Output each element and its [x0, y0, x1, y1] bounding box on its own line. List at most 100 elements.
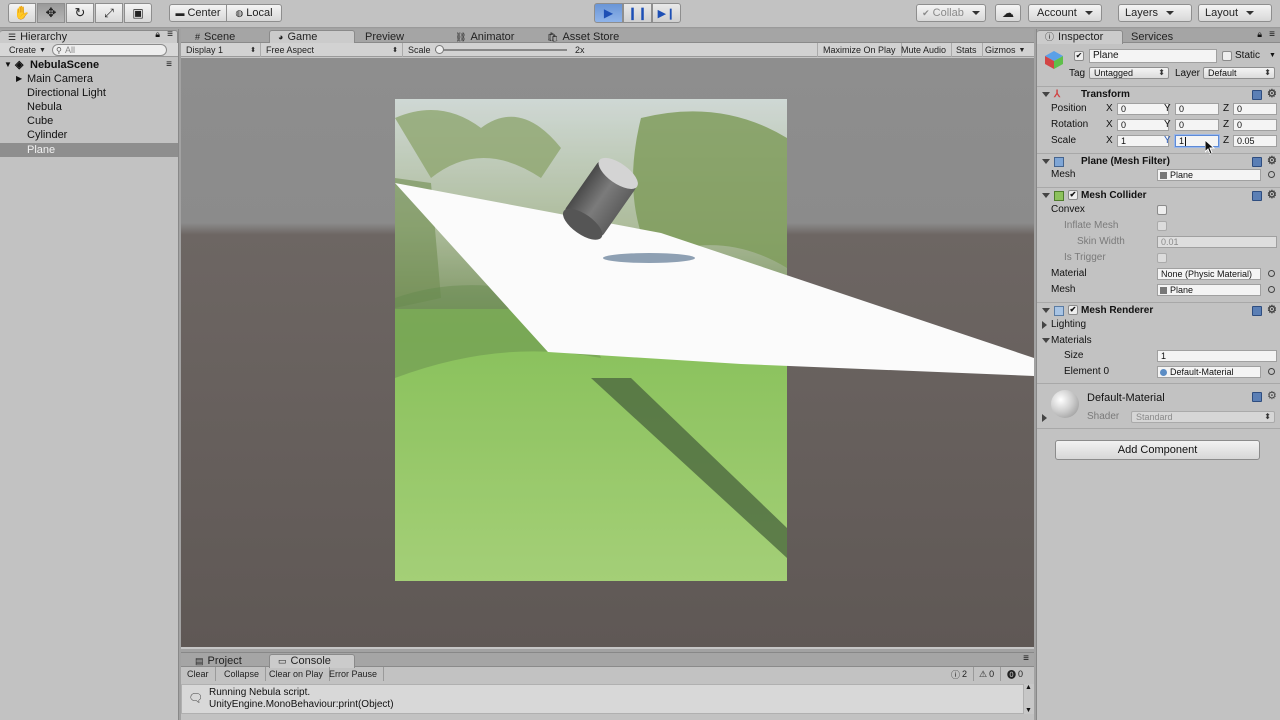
gear-icon[interactable]: ⚙ [1267, 154, 1277, 169]
tab-services[interactable]: Services [1123, 30, 1181, 44]
mesh-collider-enabled-checkbox[interactable]: ✔ [1068, 190, 1078, 200]
aspect-dropdown[interactable]: Free Aspect ⬍ [261, 43, 403, 57]
panel-menu-icon[interactable]: ≡ [1023, 653, 1029, 664]
mesh-collider-header[interactable]: ✔ Mesh Collider ⚙ [1037, 187, 1280, 203]
console-clear-on-play-button[interactable]: Clear on Play [263, 667, 331, 681]
chevron-down-icon[interactable]: ▼ [1269, 52, 1276, 59]
scale-x-field[interactable]: 1 [1117, 135, 1169, 147]
scale-z-field[interactable]: 0.05 [1233, 135, 1277, 147]
reference-book-icon[interactable] [1252, 191, 1262, 201]
reference-book-icon[interactable] [1252, 306, 1262, 316]
scale-tool-button[interactable]: ⤢ [95, 3, 123, 23]
pause-button[interactable]: ❙❙ [623, 3, 652, 23]
hierarchy-item-cylinder[interactable]: Cylinder [0, 128, 178, 142]
tab-preview[interactable]: Preview [357, 30, 412, 44]
rotation-x-field[interactable]: 0 [1117, 119, 1169, 131]
object-active-checkbox[interactable]: ✔ [1074, 51, 1084, 61]
console-log-entry[interactable]: 🗨︎ Running Nebula script. UnityEngine.Mo… [182, 685, 1023, 713]
move-tool-button[interactable]: ✥ [37, 3, 65, 23]
account-dropdown[interactable]: Account [1028, 4, 1102, 22]
tab-hierarchy[interactable]: ☰ Hierarchy [0, 30, 178, 44]
console-collapse-button[interactable]: Collapse [218, 667, 267, 681]
tag-dropdown[interactable]: Untagged [1089, 67, 1169, 79]
play-button[interactable]: ▶ [594, 3, 623, 23]
tab-project[interactable]: ▤ Project [187, 654, 250, 668]
scene-menu-icon[interactable]: ≡ [166, 58, 172, 72]
reference-book-icon[interactable] [1252, 392, 1262, 402]
error-count-toggle[interactable]: ⓿ 0 [1001, 667, 1029, 681]
reference-book-icon[interactable] [1252, 90, 1262, 100]
object-picker-icon[interactable] [1268, 368, 1275, 375]
fold-closed-icon[interactable] [1042, 414, 1047, 422]
tab-asset-store[interactable]: 🛍︎ Asset Store [539, 30, 627, 44]
mesh-renderer-enabled-checkbox[interactable]: ✔ [1068, 305, 1078, 315]
position-y-field[interactable]: 0 [1175, 103, 1219, 115]
create-dropdown[interactable]: Create ▼ [4, 44, 51, 56]
rotation-y-field[interactable]: 0 [1175, 119, 1219, 131]
info-count-toggle[interactable]: ⓘ 2 [945, 667, 975, 681]
position-z-field[interactable]: 0 [1233, 103, 1277, 115]
object-picker-icon[interactable] [1268, 270, 1275, 277]
tab-scene[interactable]: # Scene [187, 30, 243, 44]
lock-icon[interactable]: 🔒︎ [155, 29, 160, 40]
materials-size-field[interactable]: 1 [1157, 350, 1277, 362]
layers-dropdown[interactable]: Layers [1118, 4, 1192, 22]
gear-icon[interactable]: ⚙ [1267, 87, 1277, 102]
object-name-field[interactable]: Plane [1089, 49, 1217, 63]
layer-dropdown[interactable]: Default [1203, 67, 1275, 79]
stats-toggle[interactable]: Stats [951, 43, 983, 57]
pivot-local-button[interactable]: ◍ Local [226, 4, 282, 22]
gear-icon[interactable]: ⚙ [1267, 303, 1277, 318]
convex-checkbox[interactable] [1157, 205, 1167, 215]
physic-material-field[interactable]: None (Physic Material) [1157, 268, 1261, 280]
pivot-center-button[interactable]: ▬ Center [169, 4, 227, 22]
game-viewport[interactable] [181, 58, 1034, 647]
hierarchy-item-cube[interactable]: Cube [0, 114, 178, 128]
materials-foldout[interactable]: Materials [1037, 333, 1280, 349]
hierarchy-item-directional-light[interactable]: Directional Light [0, 86, 178, 100]
hand-tool-button[interactable]: ✋ [8, 3, 36, 23]
gear-icon[interactable]: ⚙ [1267, 188, 1277, 203]
tab-console[interactable]: ▭ Console [269, 654, 355, 668]
rect-tool-button[interactable]: ▣ [124, 3, 152, 23]
gear-icon[interactable]: ⚙ [1267, 389, 1277, 402]
add-component-button[interactable]: Add Component [1055, 440, 1260, 460]
maximize-on-play-toggle[interactable]: Maximize On Play [817, 43, 902, 57]
position-x-field[interactable]: 0 [1117, 103, 1169, 115]
layout-dropdown[interactable]: Layout [1198, 4, 1272, 22]
panel-menu-icon[interactable]: ≡ [167, 29, 173, 40]
console-scrollbar[interactable]: ▲ ▼ [1024, 684, 1034, 714]
hierarchy-search-input[interactable]: ⚲ All [52, 44, 167, 56]
object-picker-icon[interactable] [1268, 286, 1275, 293]
material-element-0-field[interactable]: Default-Material [1157, 366, 1261, 378]
static-checkbox[interactable] [1222, 51, 1232, 61]
panel-menu-icon[interactable]: ≡ [1269, 29, 1275, 40]
lock-icon[interactable]: 🔒︎ [1257, 29, 1262, 40]
lighting-foldout[interactable]: Lighting [1037, 317, 1280, 333]
display-dropdown[interactable]: Display 1 ⬍ [181, 43, 261, 57]
scene-root-row[interactable]: ▼ ◈ NebulaScene ≡ [0, 58, 178, 72]
reference-book-icon[interactable] [1252, 157, 1262, 167]
warning-count-toggle[interactable]: ⚠ 0 [973, 667, 1002, 681]
collab-dropdown[interactable]: ✔ Collab [916, 4, 986, 22]
hierarchy-item-main-camera[interactable]: ▶ Main Camera [0, 72, 178, 86]
step-button[interactable]: ▶❙ [652, 3, 681, 23]
console-error-pause-button[interactable]: Error Pause [323, 667, 385, 681]
cloud-button[interactable]: ☁ [995, 4, 1021, 22]
transform-header[interactable]: ⅄ Transform ⚙ [1037, 86, 1280, 102]
rotate-tool-button[interactable]: ↻ [66, 3, 94, 23]
hierarchy-item-plane[interactable]: Plane [0, 143, 178, 157]
mute-audio-toggle[interactable]: Mute Audio [896, 43, 953, 57]
hierarchy-item-nebula[interactable]: Nebula [0, 100, 178, 114]
tab-animator[interactable]: ⛓ Animator [447, 30, 522, 44]
mesh-collider-mesh-field[interactable]: Plane [1157, 284, 1261, 296]
scale-slider-track[interactable] [435, 45, 567, 54]
console-clear-button[interactable]: Clear [181, 667, 216, 681]
scale-slider-thumb[interactable] [435, 45, 444, 54]
tab-inspector[interactable]: ⓘ Inspector [1037, 30, 1123, 44]
rotation-z-field[interactable]: 0 [1233, 119, 1277, 131]
tab-game[interactable]: ◕ Game [269, 30, 355, 44]
mesh-renderer-header[interactable]: ✔ Mesh Renderer ⚙ [1037, 302, 1280, 318]
gizmos-dropdown[interactable]: Gizmos ▼ [980, 43, 1034, 57]
mesh-filter-header[interactable]: Plane (Mesh Filter) ⚙ [1037, 153, 1280, 169]
